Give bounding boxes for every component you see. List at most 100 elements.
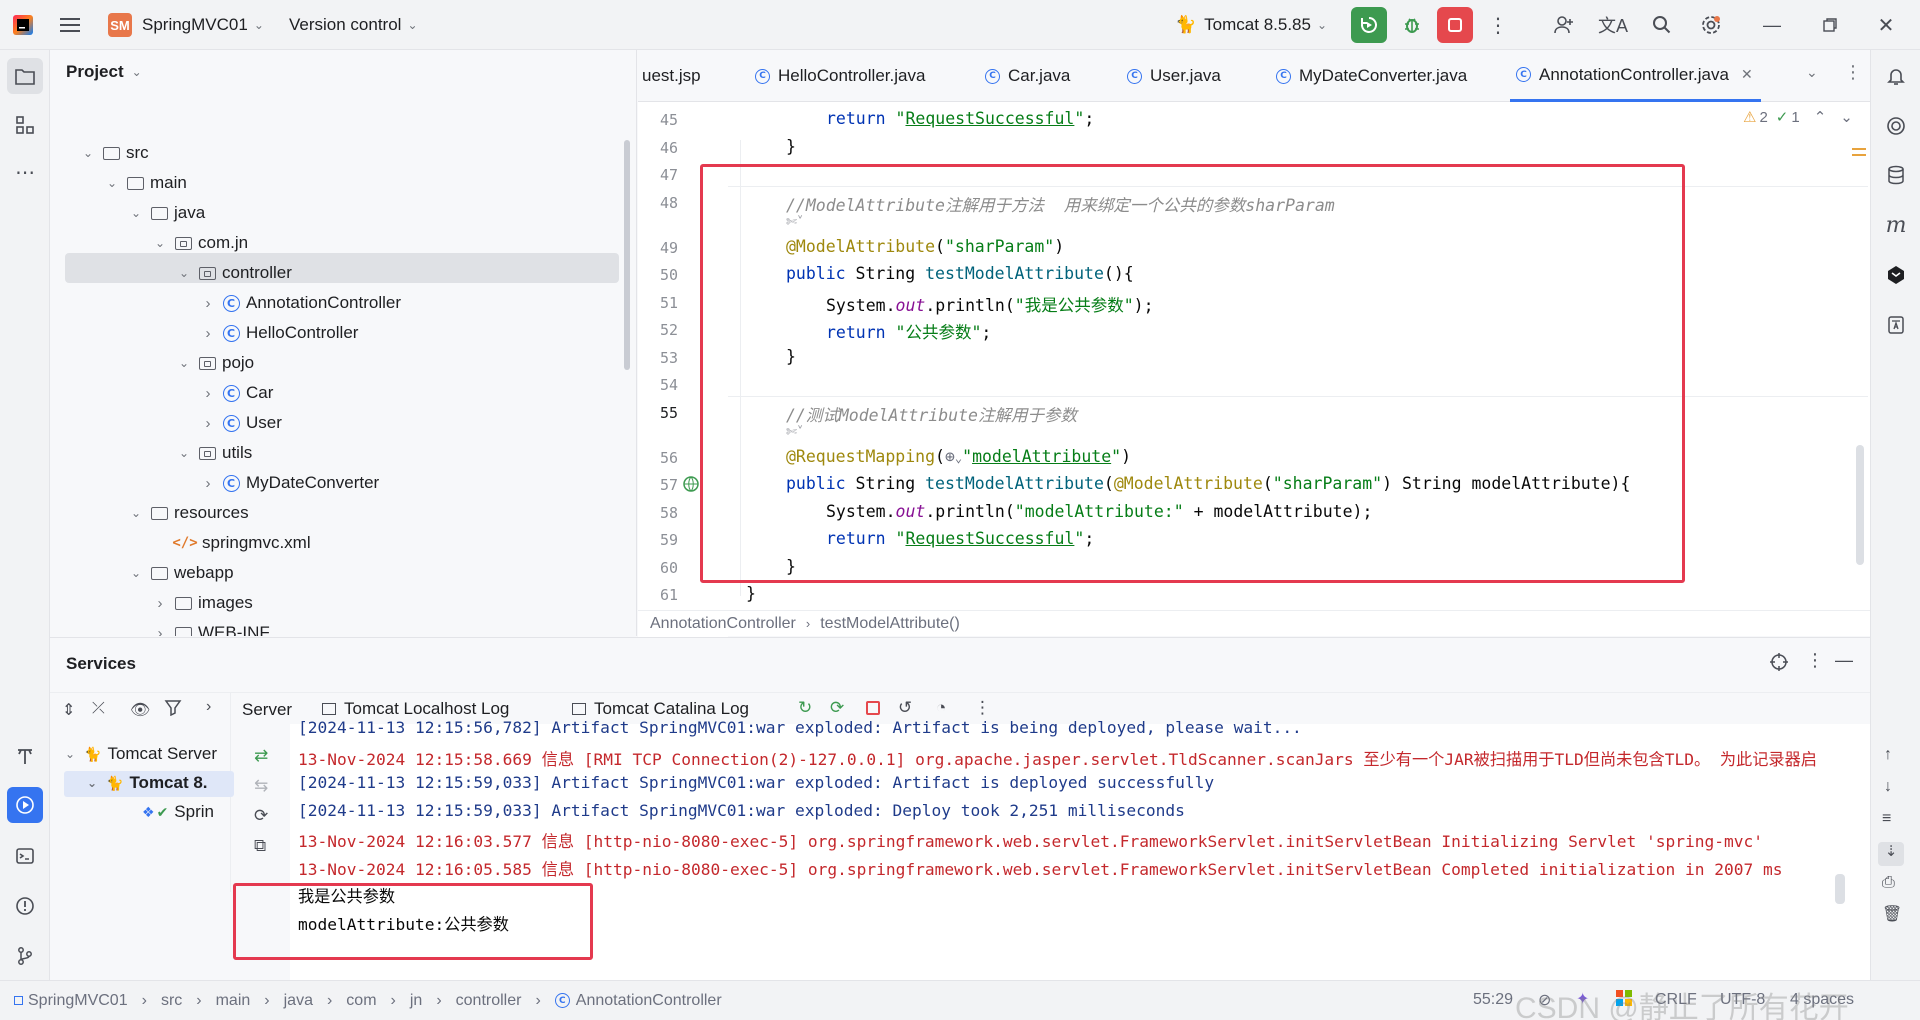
line-number[interactable]: 52	[638, 321, 678, 339]
tree-item-web-inf[interactable]: › WEB-INF	[152, 618, 270, 636]
tab-user[interactable]: C User.java	[1127, 50, 1221, 102]
breadcrumb-class[interactable]: AnnotationController	[650, 615, 796, 633]
minimize-icon[interactable]: —	[1754, 7, 1790, 43]
trash-icon[interactable]: 🗑	[1882, 904, 1902, 924]
tree-item-resources[interactable]: ⌄ resources	[128, 498, 249, 528]
tree-item-com-jn[interactable]: ⌄ com.jn	[152, 228, 248, 258]
gear-icon[interactable]	[1693, 7, 1729, 43]
status-path-item[interactable]: com	[346, 992, 376, 1010]
tab-my-date-converter[interactable]: C MyDateConverter.java	[1276, 50, 1467, 102]
line-number[interactable]: 46	[638, 139, 678, 157]
code-line-52[interactable]: return "公共参数";	[826, 319, 991, 343]
more-actions-icon[interactable]: ⋮	[974, 698, 991, 718]
chevron-right-icon[interactable]: ›	[200, 385, 216, 402]
rerun-icon[interactable]: ↻	[798, 698, 812, 718]
structure-icon[interactable]	[7, 107, 43, 143]
print-icon[interactable]: ⎙	[1882, 874, 1895, 892]
tab-catalina-log[interactable]: Tomcat Catalina Log	[572, 699, 749, 719]
tree-item-mydateconverter[interactable]: › C MyDateConverter	[200, 468, 380, 498]
main-menu-icon[interactable]	[60, 0, 82, 50]
deploy-icon[interactable]: ⇄	[254, 746, 268, 766]
chevron-right-icon[interactable]: ›	[200, 325, 216, 342]
status-path-item[interactable]: SpringMVC01	[28, 992, 128, 1010]
hide-panel-icon[interactable]: —	[1835, 650, 1853, 671]
tab-hello-controller[interactable]: C HelloController.java	[755, 50, 925, 102]
more-actions-icon[interactable]: ⋮	[1806, 650, 1824, 671]
line-number[interactable]: 61	[638, 586, 678, 604]
tree-item-java[interactable]: ⌄ java	[128, 198, 205, 228]
tree-item-controller[interactable]: ⌄ controller	[176, 258, 292, 288]
line-number[interactable]: 45	[638, 111, 678, 129]
code-line-49[interactable]: @ModelAttribute("sharParam")	[786, 237, 1064, 256]
code-line-56[interactable]: @RequestMapping(⊕⌄"modelAttribute")	[786, 447, 1131, 466]
line-number[interactable]: 50	[638, 266, 678, 284]
stop-button[interactable]	[1437, 7, 1473, 43]
more-actions-icon[interactable]: ⋮	[1480, 7, 1516, 43]
url-link[interactable]: modelAttribute	[972, 447, 1111, 466]
crosshair-icon[interactable]	[1769, 652, 1789, 677]
chevron-down-icon[interactable]: ⌄	[176, 266, 192, 280]
chevron-up-icon[interactable]: ⌃	[1814, 108, 1827, 126]
warning-stripe[interactable]	[1852, 148, 1866, 150]
line-number[interactable]: 57	[638, 476, 678, 494]
status-path-item[interactable]: controller	[456, 992, 522, 1010]
chevron-down-icon[interactable]: ⌄	[80, 146, 96, 160]
stop-icon[interactable]	[866, 701, 880, 715]
view-link[interactable]: RequestSuccessful	[905, 109, 1074, 128]
line-number[interactable]: 47	[638, 166, 678, 184]
code-line-51[interactable]: System.out.println("我是公共参数");	[826, 292, 1154, 316]
editor-scrollbar[interactable]	[1856, 445, 1864, 565]
warning-stripe[interactable]	[1852, 154, 1866, 156]
chevron-right-icon[interactable]: ›	[152, 595, 168, 612]
services-tree-tomcat-instance[interactable]: ⌄ 🐈 Tomcat 8.	[84, 773, 208, 793]
line-number[interactable]: 53	[638, 349, 678, 367]
debug-button[interactable]	[1394, 7, 1430, 43]
scroll-up-icon[interactable]: ↑	[1884, 746, 1892, 764]
code-line-58[interactable]: System.out.println("modelAttribute:" + m…	[826, 502, 1372, 521]
view-link[interactable]: RequestSuccessful	[905, 529, 1074, 548]
globe-icon[interactable]: ⊕	[945, 447, 955, 466]
translate-icon[interactable]: 文A	[1595, 7, 1631, 43]
line-number[interactable]: 56	[638, 449, 678, 467]
maven-icon[interactable]: m	[1878, 207, 1914, 243]
vcs-menu[interactable]: Version control ⌄	[289, 0, 418, 50]
services-tree-artifact[interactable]: ❖ ✔ Sprin	[142, 802, 214, 822]
chevron-down-icon[interactable]: ⌄	[152, 236, 168, 250]
undeploy-icon[interactable]: ⇆	[254, 776, 268, 796]
chevron-down-icon[interactable]: ⌄	[128, 206, 144, 220]
tree-item-pojo[interactable]: ⌄ pojo	[176, 348, 254, 378]
tab-server[interactable]: Server	[242, 700, 292, 720]
chevron-down-icon[interactable]: ⌄	[176, 446, 192, 460]
rerun-button[interactable]	[1351, 7, 1387, 43]
build-icon[interactable]	[7, 738, 43, 774]
chevron-down-icon[interactable]: ⌄	[1840, 108, 1853, 126]
restore-icon[interactable]	[1812, 7, 1848, 43]
code-line-50[interactable]: public String testModelAttribute(){	[786, 264, 1134, 283]
chevron-down-icon[interactable]: ⌄	[128, 506, 144, 520]
notifications-icon[interactable]	[1878, 58, 1914, 94]
endpoint-gutter-icon[interactable]	[682, 475, 700, 493]
chevron-down-icon[interactable]: ⌄	[1806, 64, 1818, 81]
code-line-53[interactable]: }	[786, 347, 796, 366]
project-panel-header[interactable]: Project ⌄	[66, 62, 142, 82]
tree-item-annotationcontroller[interactable]: › C AnnotationController	[200, 288, 401, 318]
eye-icon[interactable]: 👁	[130, 700, 150, 720]
line-number[interactable]: 49	[638, 239, 678, 257]
project-switcher[interactable]: SM SpringMVC01 ⌄	[108, 0, 264, 50]
open-browser-icon[interactable]: ⧉	[254, 836, 266, 856]
chevron-down-icon[interactable]: ⌄	[176, 356, 192, 370]
more-actions-icon[interactable]: ⋮	[1844, 62, 1862, 83]
line-number[interactable]: 54	[638, 376, 678, 394]
tab-request-jsp[interactable]: uest.jsp	[642, 50, 701, 102]
more-tools-icon[interactable]: ⋯	[7, 154, 43, 190]
tab-annotation-controller[interactable]: C AnnotationController.java ✕	[1510, 50, 1761, 102]
plugin-icon[interactable]	[1878, 257, 1914, 293]
tab-car[interactable]: C Car.java	[985, 50, 1070, 102]
line-number[interactable]: 58	[638, 504, 678, 522]
database-icon[interactable]	[1878, 157, 1914, 193]
services-tool-icon[interactable]	[7, 787, 43, 823]
app-logo-icon[interactable]	[12, 0, 34, 50]
line-number[interactable]: 59	[638, 531, 678, 549]
scroll-to-end-icon[interactable]: ⇣	[1878, 842, 1904, 866]
code-line-46[interactable]: }	[786, 137, 796, 156]
